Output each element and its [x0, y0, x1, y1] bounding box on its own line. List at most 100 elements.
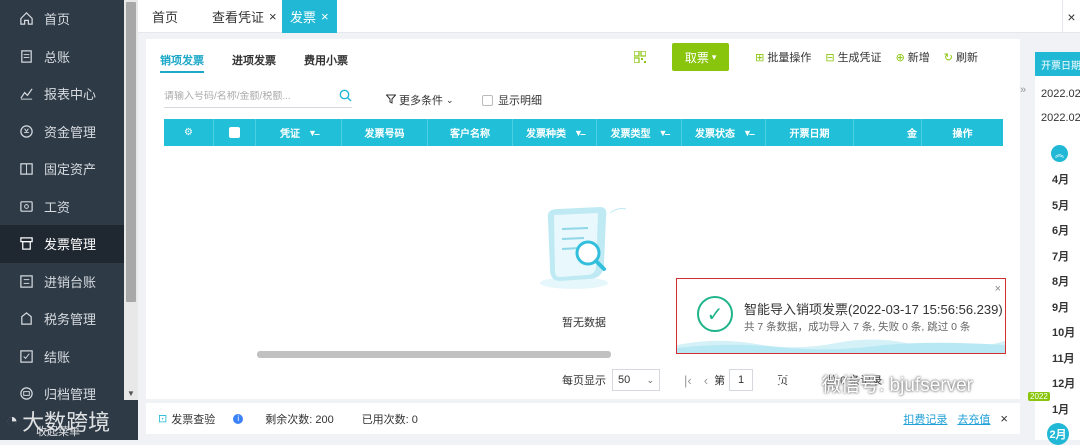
column-invoice-type[interactable]: 发票类型 ▼̶ — [597, 119, 682, 146]
sidebar-item[interactable]: 总账 — [0, 38, 124, 76]
scroll-down-arrow-icon[interactable]: ▼ — [127, 389, 135, 398]
month-item[interactable]: 4月 — [1052, 171, 1069, 187]
select-all-checkbox[interactable] — [229, 127, 240, 138]
sidebar-scrollbar[interactable]: ▼ — [124, 0, 138, 400]
month-item[interactable]: 2月 — [1047, 423, 1069, 445]
month-item[interactable]: 5月 — [1052, 197, 1069, 213]
voucher-icon: ⊟ — [825, 51, 835, 64]
tab-invoice[interactable]: 发票 × — [282, 0, 337, 33]
column-invoice-number[interactable]: 发票号码 — [342, 119, 428, 146]
table-horizontal-scrollbar[interactable] — [257, 351, 611, 358]
subtab-purchase-invoice[interactable]: 进项发票 — [232, 49, 276, 73]
page-input[interactable]: 1 — [729, 369, 754, 391]
close-icon[interactable]: × — [995, 283, 1001, 295]
date-filter-panel: 开票日期 2022.02 2022.02 ︽ 4月 5月 6月 7月 8月 9月 10月 11… — [1035, 52, 1080, 445]
filter-icon[interactable]: ▼̶ — [574, 128, 583, 138]
batch-operation-button[interactable]: ⊞ 批量操作 — [755, 49, 811, 65]
close-all-tabs-icon[interactable]: × — [1062, 0, 1080, 33]
column-label: 发票号码 — [364, 129, 405, 140]
select-all-column[interactable] — [214, 119, 256, 146]
issue-date-header: 开票日期 — [1035, 52, 1080, 76]
column-customer-name[interactable]: 客户名称 — [428, 119, 513, 146]
sidebar-item[interactable]: 首页 — [0, 0, 124, 38]
settings-column[interactable]: ⚙ — [164, 119, 214, 146]
sidebar-item[interactable]: 进销台账 — [0, 263, 124, 301]
checkbox[interactable] — [482, 94, 493, 106]
qrcode-icon[interactable] — [634, 51, 647, 63]
chart-icon — [18, 86, 34, 102]
show-detail-checkbox[interactable]: 显示明细 — [482, 92, 542, 108]
month-item[interactable]: 10月 — [1052, 324, 1075, 340]
filter-icon[interactable]: ▼̶ — [308, 128, 317, 138]
generate-voucher-button[interactable]: ⊟ 生成凭证 — [825, 49, 881, 65]
wave-decoration — [677, 339, 1005, 353]
month-item[interactable]: 12月 — [1052, 375, 1075, 391]
column-invoice-kind[interactable]: 发票种类 ▼̶ — [513, 119, 597, 146]
sidebar-item[interactable]: 发票管理 — [0, 225, 124, 263]
column-label: 发票种类 — [526, 129, 567, 140]
asset-icon — [18, 161, 34, 177]
close-icon[interactable]: × — [269, 9, 277, 24]
add-button[interactable]: ⊕ 新增 — [896, 49, 930, 65]
button-label: 生成凭证 — [837, 52, 882, 64]
sidebar-item[interactable]: 工资 — [0, 188, 124, 226]
month-item[interactable]: 7月 — [1052, 248, 1069, 264]
invoice-check-footer: ⊡ 发票查验 i 剩余次数: 200 已用次数: 0 扣费记录 去充值 × — [146, 403, 1020, 434]
start-date[interactable]: 2022.02 — [1041, 88, 1080, 100]
filter-icon[interactable]: ▼̶ — [743, 128, 752, 138]
close-icon[interactable]: × — [1000, 411, 1008, 426]
sidebar-scroll-thumb[interactable] — [126, 2, 136, 302]
per-page-select[interactable]: 50 ⌄ — [612, 369, 660, 391]
settings-icon[interactable]: ⚙ — [184, 127, 193, 138]
fee-record-link[interactable]: 扣费记录 — [903, 411, 947, 427]
collapse-menu-label[interactable]: 收起菜单 — [36, 423, 80, 439]
search-input[interactable] — [164, 91, 324, 102]
money-icon — [18, 123, 34, 139]
home-icon — [18, 11, 34, 27]
month-item[interactable]: 8月 — [1052, 273, 1069, 289]
close-icon[interactable]: × — [321, 9, 329, 24]
ledger-icon — [18, 48, 34, 64]
column-label: 金 — [907, 129, 917, 140]
chevron-up-icon[interactable]: ︽ — [1051, 145, 1068, 162]
subtab-sales-invoice[interactable]: 销项发票 — [160, 49, 204, 73]
sidebar-item[interactable]: 报表中心 — [0, 75, 124, 113]
sidebar-item-label: 发票管理 — [44, 237, 97, 253]
tab-view-voucher[interactable]: 查看凭证 × — [212, 0, 277, 33]
filter-icon[interactable]: ▼̶ — [659, 128, 668, 138]
month-item[interactable]: 11月 — [1052, 350, 1075, 366]
info-icon[interactable]: i — [233, 413, 244, 424]
month-item[interactable]: 6月 — [1052, 222, 1069, 238]
search-icon[interactable] — [339, 89, 352, 105]
sidebar-item[interactable]: 固定资产 — [0, 150, 124, 188]
sidebar-item-label: 结账 — [44, 349, 71, 365]
end-date[interactable]: 2022.02 — [1041, 112, 1080, 124]
invoice-check-icon: ⊡ — [158, 413, 168, 425]
more-conditions-label: 更多条件 — [399, 95, 443, 107]
recharge-link[interactable]: 去充值 — [957, 411, 990, 427]
column-amount[interactable]: 金 — [854, 119, 922, 146]
collapse-panel-icon[interactable]: » — [1020, 84, 1034, 98]
button-label: 取票 — [684, 50, 709, 65]
tab-home[interactable]: 首页 — [152, 0, 178, 33]
subtab-expense-receipt[interactable]: 费用小票 — [304, 49, 348, 73]
refresh-button[interactable]: ↻ 刷新 — [944, 49, 978, 65]
column-voucher[interactable]: 凭证 ▼̶ — [256, 119, 342, 146]
more-conditions-dropdown[interactable]: 更多条件 ⌄ — [385, 92, 454, 108]
fetch-invoice-button[interactable]: 取票 ▾ — [672, 43, 730, 71]
column-issue-date[interactable]: 开票日期 — [766, 119, 854, 146]
column-label: 凭证 — [280, 129, 301, 140]
search-box — [164, 86, 352, 108]
sidebar-item[interactable]: 税务管理 — [0, 300, 124, 338]
per-page-value: 50 — [618, 374, 631, 386]
sidebar-item-label: 资金管理 — [44, 124, 97, 140]
first-page-icon[interactable]: |‹ — [684, 373, 692, 388]
month-item[interactable]: 9月 — [1052, 299, 1069, 315]
sidebar-item[interactable]: 资金管理 — [0, 113, 124, 151]
prev-page-icon[interactable]: ‹ — [704, 373, 708, 388]
sidebar-item[interactable]: 结账 — [0, 338, 124, 376]
sidebar-item-label: 固定资产 — [44, 162, 97, 178]
table-header: ⚙ 凭证 ▼̶ 发票号码 客户名称 发票种类 ▼̶ 发票类型 ▼̶ 发票状态 ▼… — [164, 119, 1003, 146]
column-invoice-status[interactable]: 发票状态 ▼̶ — [682, 119, 766, 146]
month-item[interactable]: 1月 — [1052, 401, 1069, 417]
